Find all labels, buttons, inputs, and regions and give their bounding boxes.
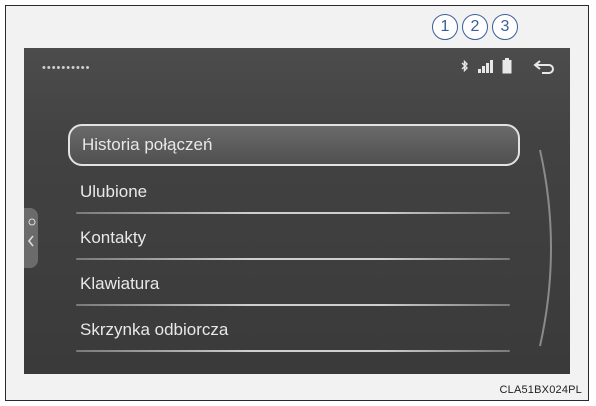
scroll-arc[interactable] <box>536 148 564 348</box>
status-bar: •••••••••• <box>24 48 570 94</box>
callout-1: 1 <box>432 14 458 40</box>
phone-menu: Historia połączeń Ulubione Kontakty Klaw… <box>68 124 520 354</box>
menu-divider <box>76 212 510 214</box>
callout-3: 3 <box>492 14 518 40</box>
menu-item-call-history[interactable]: Historia połączeń <box>68 124 520 166</box>
chevron-left-icon <box>27 218 36 247</box>
menu-item-label: Kontakty <box>80 228 147 247</box>
menu-item-label: Skrzynka odbiorcza <box>80 320 229 339</box>
back-arrow-icon[interactable] <box>532 58 556 74</box>
callout-group: 1 2 3 <box>432 14 518 40</box>
signal-strength-icon <box>478 60 493 73</box>
status-icons <box>460 58 556 74</box>
menu-item-label: Ulubione <box>80 182 148 201</box>
battery-icon <box>502 58 512 74</box>
menu-divider <box>76 258 510 260</box>
side-panel-tab[interactable] <box>24 208 38 268</box>
menu-item-inbox[interactable]: Skrzynka odbiorcza <box>68 308 520 354</box>
bluetooth-icon <box>461 59 468 73</box>
menu-item-keypad[interactable]: Klawiatura <box>68 262 520 308</box>
callout-2: 2 <box>462 14 488 40</box>
device-name: •••••••••• <box>42 62 91 74</box>
menu-item-label: Klawiatura <box>80 274 160 293</box>
display-screen: •••••••••• Historia połączeń Ulubione Ko… <box>24 48 570 374</box>
menu-item-contacts[interactable]: Kontakty <box>68 216 520 262</box>
menu-item-favorites[interactable]: Ulubione <box>68 170 520 216</box>
menu-divider <box>76 350 510 352</box>
menu-divider <box>76 304 510 306</box>
menu-item-label: Historia połączeń <box>82 135 213 154</box>
figure-code: CLA51BX024PL <box>499 384 582 396</box>
